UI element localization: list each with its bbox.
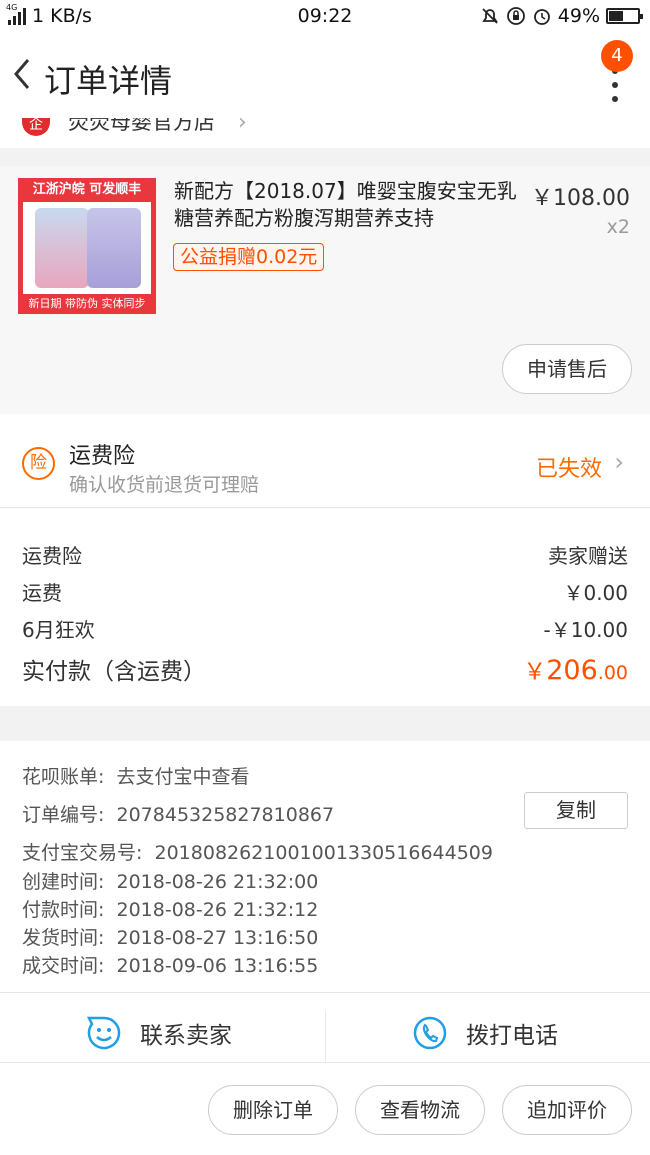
info-label: 成交时间: [22, 955, 105, 977]
product-price: ￥108.00 [531, 186, 630, 211]
info-value: 2018-08-26 21:32:12 [116, 899, 319, 921]
product-image-top-text: 江浙沪皖 可发顺丰 [32, 182, 142, 197]
info-value: 2018-09-06 13:16:55 [116, 955, 319, 977]
insurance-title: 运费险 [69, 444, 136, 469]
call-phone-button[interactable]: 拨打电话 [412, 1015, 558, 1051]
product-image[interactable]: 江浙沪皖 可发顺丰 新日期 带防伪 实体同步 [18, 178, 156, 314]
can-image [35, 208, 89, 288]
order-actions: 删除订单 查看物流 追加评价 [0, 1063, 650, 1155]
after-sale-button[interactable]: 申请售后 [502, 344, 632, 394]
chevron-right-icon: › [238, 118, 247, 135]
info-label: 支付宝交易号: [22, 842, 143, 864]
info-value: 207845325827810867 [116, 804, 335, 826]
divider [325, 1011, 326, 1061]
info-row: 付款时间: 2018-08-26 21:32:12 [22, 895, 318, 922]
shop-name: 荧荧母婴官方店 [68, 118, 215, 134]
total-integer: 206 [546, 655, 598, 686]
fee-value: -￥10.00 [543, 618, 628, 642]
add-review-button[interactable]: 追加评价 [502, 1085, 632, 1135]
smile-chat-icon [86, 1016, 121, 1050]
info-value: 2018-08-27 13:16:50 [116, 927, 319, 949]
info-row: 订单编号: 207845325827810867 [22, 800, 334, 827]
fee-label: 运费险 [22, 544, 82, 568]
info-row: 支付宝交易号: 2018082621001001330516644509 [22, 838, 493, 865]
insurance-subtitle: 确认收货前退货可理赔 [69, 474, 260, 496]
info-row: 花呗账单: 去支付宝中查看 [22, 762, 250, 789]
total-row: 实付款（含运费） ￥206.00 [22, 652, 628, 686]
bell-mute-icon [482, 8, 498, 24]
order-info: 花呗账单: 去支付宝中查看 订单编号: 207845325827810867 支… [0, 741, 650, 993]
fee-value: ￥0.00 [563, 581, 628, 605]
lock-rotation-icon [506, 7, 525, 25]
fee-value: 卖家赠送 [548, 544, 628, 568]
delete-order-button[interactable]: 删除订单 [208, 1085, 338, 1135]
info-label: 付款时间: [22, 899, 105, 921]
shop-row[interactable]: 企 荧荧母婴官方店 › [0, 118, 650, 148]
status-bar: 4G 1 KB/s 09:22 49% [0, 0, 650, 34]
notification-badge: 4 [601, 40, 633, 72]
info-row: 成交时间: 2018-09-06 13:16:55 [22, 951, 318, 978]
product-item[interactable]: 江浙沪皖 可发顺丰 新日期 带防伪 实体同步 新配方【2018.07】唯婴宝腹安… [0, 166, 650, 414]
fee-row: 6月狂欢 -￥10.00 [22, 614, 628, 643]
info-label: 订单编号: [22, 804, 105, 826]
info-value: 2018-08-26 21:32:00 [116, 871, 319, 893]
copy-order-number-button[interactable]: 复制 [524, 792, 628, 829]
contact-seller-label: 联系卖家 [140, 1023, 232, 1049]
total-amount: ￥206.00 [523, 652, 628, 686]
fee-summary: 运费险 卖家赠送 运费 ￥0.00 6月狂欢 -￥10.00 实付款（含运费） … [0, 508, 650, 706]
alarm-icon [533, 9, 550, 25]
fee-row: 运费 ￥0.00 [22, 577, 628, 606]
shop-icon: 企 [22, 118, 50, 136]
info-value: 2018082621001001330516644509 [154, 842, 493, 864]
total-label: 实付款（含运费） [22, 659, 206, 685]
contact-seller-button[interactable]: 联系卖家 [86, 1015, 232, 1051]
phone-icon [413, 1016, 447, 1050]
info-row: 创建时间: 2018-08-26 21:32:00 [22, 867, 318, 894]
fee-row: 运费险 卖家赠送 [22, 540, 628, 569]
battery-icon [606, 8, 643, 24]
donation-tag: 公益捐赠0.02元 [173, 243, 325, 271]
info-label: 发货时间: [22, 927, 105, 949]
page-header: 订单详情 4 [0, 34, 650, 118]
battery-percent: 49% [557, 5, 600, 27]
total-currency: ￥ [523, 659, 547, 685]
shipping-insurance-row[interactable]: 险 运费险 确认收货前退货可理赔 已失效 › [0, 414, 650, 508]
status-right: 49% [480, 5, 643, 27]
info-row: 发货时间: 2018-08-27 13:16:50 [22, 923, 318, 950]
fee-label: 运费 [22, 581, 62, 605]
chevron-right-icon: › [614, 448, 624, 476]
product-image-bottom-text: 新日期 带防伪 实体同步 [28, 297, 146, 310]
info-label: 花呗账单: [22, 766, 105, 788]
info-label: 创建时间: [22, 871, 105, 893]
product-image-cans [23, 202, 151, 294]
info-value[interactable]: 去支付宝中查看 [117, 766, 250, 788]
product-quantity: x2 [606, 216, 630, 238]
call-phone-label: 拨打电话 [466, 1023, 558, 1049]
insurance-status: 已失效 [535, 457, 602, 482]
back-arrow-icon[interactable] [8, 54, 38, 94]
page-title: 订单详情 [44, 62, 173, 100]
fee-label: 6月狂欢 [22, 618, 95, 642]
product-name[interactable]: 新配方【2018.07】唯婴宝腹安宝无乳糖营养配方粉腹泻期营养支持 [174, 178, 519, 232]
contact-bar: 联系卖家 拨打电话 [0, 993, 650, 1063]
insurance-icon: 险 [22, 447, 55, 480]
view-logistics-button[interactable]: 查看物流 [355, 1085, 485, 1135]
total-decimal: .00 [597, 662, 628, 684]
can-image [87, 208, 141, 288]
